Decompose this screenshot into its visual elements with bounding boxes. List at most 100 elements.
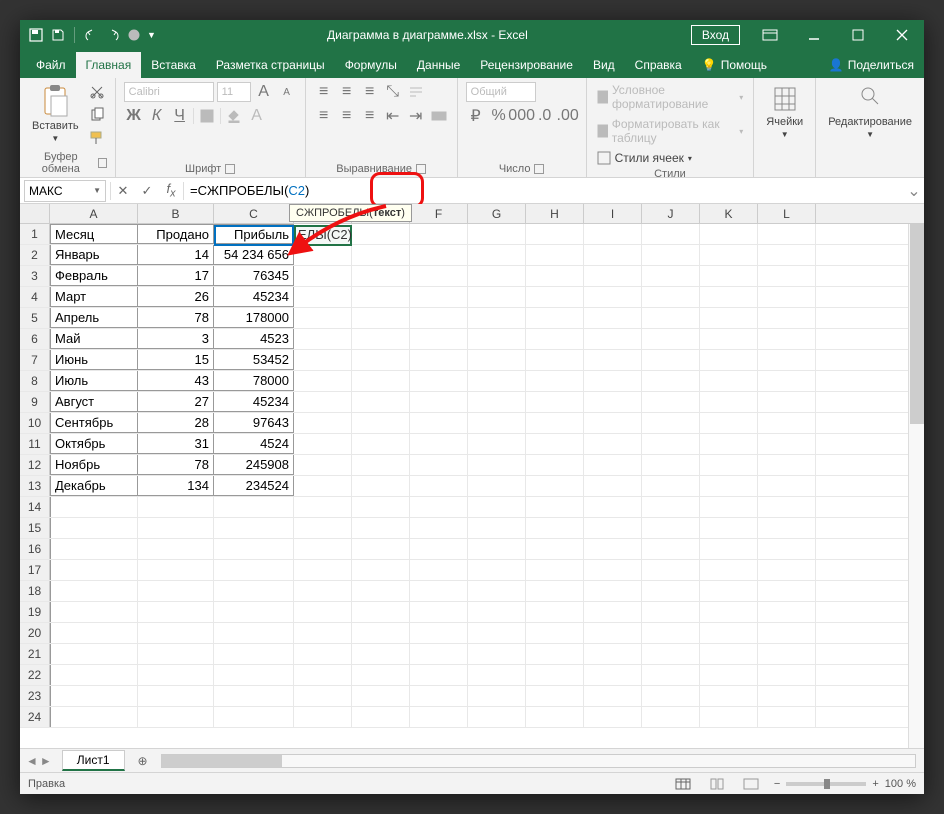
cell[interactable]: [294, 476, 352, 496]
col-header[interactable]: K: [700, 204, 758, 223]
cell[interactable]: [642, 224, 700, 244]
cell[interactable]: [584, 455, 642, 475]
cell[interactable]: 4523: [214, 329, 294, 349]
cell[interactable]: [352, 707, 410, 727]
cell[interactable]: [410, 350, 468, 370]
cell[interactable]: [214, 602, 294, 622]
col-header[interactable]: L: [758, 204, 816, 223]
cell[interactable]: [526, 560, 584, 580]
cell[interactable]: [642, 329, 700, 349]
zoom-level[interactable]: 100 %: [885, 778, 916, 790]
sheet-nav-prev-icon[interactable]: ◄: [26, 754, 38, 768]
cell[interactable]: [468, 455, 526, 475]
cell[interactable]: [468, 602, 526, 622]
cell[interactable]: [642, 686, 700, 706]
cell[interactable]: [410, 266, 468, 286]
formula-input[interactable]: =СЖПРОБЕЛЫ(C2): [184, 180, 904, 202]
cell[interactable]: [352, 434, 410, 454]
cell[interactable]: [526, 455, 584, 475]
cell[interactable]: [468, 560, 526, 580]
cell[interactable]: [294, 707, 352, 727]
cell[interactable]: [410, 308, 468, 328]
cell[interactable]: 54 234 656: [214, 245, 294, 265]
cell[interactable]: [294, 686, 352, 706]
cell[interactable]: [584, 623, 642, 643]
cell[interactable]: 14: [138, 245, 214, 265]
cell[interactable]: [352, 455, 410, 475]
cell[interactable]: [294, 434, 352, 454]
cell[interactable]: [294, 392, 352, 412]
cell[interactable]: 27: [138, 392, 214, 412]
cell[interactable]: [584, 476, 642, 496]
cell[interactable]: [352, 392, 410, 412]
cell[interactable]: [294, 518, 352, 538]
cell[interactable]: [294, 644, 352, 664]
col-header[interactable]: H: [526, 204, 584, 223]
cell[interactable]: [468, 644, 526, 664]
row-header[interactable]: 10: [20, 413, 50, 433]
cell[interactable]: Октябрь: [50, 434, 138, 454]
cell[interactable]: [526, 371, 584, 391]
cell[interactable]: [758, 434, 816, 454]
cell[interactable]: 4524: [214, 434, 294, 454]
cell[interactable]: [758, 455, 816, 475]
cell[interactable]: [584, 560, 642, 580]
format-painter-icon[interactable]: [87, 128, 107, 148]
cell[interactable]: [352, 518, 410, 538]
cell[interactable]: [214, 707, 294, 727]
cell[interactable]: [584, 266, 642, 286]
cell[interactable]: [700, 476, 758, 496]
cell[interactable]: [758, 245, 816, 265]
tell-me[interactable]: 💡Помощь: [692, 52, 777, 78]
cell[interactable]: [526, 266, 584, 286]
cell[interactable]: [468, 224, 526, 244]
cell[interactable]: [410, 287, 468, 307]
cell[interactable]: [526, 350, 584, 370]
cell[interactable]: [526, 665, 584, 685]
cell[interactable]: 76345: [214, 266, 294, 286]
cell[interactable]: [584, 707, 642, 727]
row-header[interactable]: 5: [20, 308, 50, 328]
undo-icon[interactable]: [83, 27, 99, 43]
cell[interactable]: 45234: [214, 287, 294, 307]
cell[interactable]: [410, 413, 468, 433]
format-as-table-button[interactable]: Форматировать как таблицу▾: [595, 116, 746, 146]
cell[interactable]: [700, 518, 758, 538]
cell[interactable]: [584, 329, 642, 349]
align-middle-icon[interactable]: ≡: [337, 82, 357, 102]
cell-styles-button[interactable]: Стили ячеек▾: [595, 150, 694, 166]
cell[interactable]: [758, 497, 816, 517]
align-left-icon[interactable]: ≡: [314, 106, 334, 126]
cell[interactable]: [642, 707, 700, 727]
save-icon[interactable]: [50, 27, 66, 43]
cell[interactable]: 78000: [214, 371, 294, 391]
row-header[interactable]: 8: [20, 371, 50, 391]
cell[interactable]: [214, 581, 294, 601]
cell[interactable]: Март: [50, 287, 138, 307]
cell[interactable]: [700, 245, 758, 265]
cell[interactable]: [294, 245, 352, 265]
ribbon-options-icon[interactable]: [748, 20, 792, 50]
col-header[interactable]: I: [584, 204, 642, 223]
indent-dec-icon[interactable]: ⇤: [383, 106, 403, 126]
cell[interactable]: [584, 602, 642, 622]
cell[interactable]: [700, 350, 758, 370]
align-bottom-icon[interactable]: ≡: [360, 82, 380, 102]
cell[interactable]: [352, 266, 410, 286]
tab-home[interactable]: Главная: [76, 52, 142, 78]
cell[interactable]: [294, 287, 352, 307]
new-sheet-icon[interactable]: ⊕: [133, 751, 153, 771]
cell[interactable]: [468, 434, 526, 454]
dialog-launcher-icon[interactable]: [98, 158, 107, 168]
row-header[interactable]: 17: [20, 560, 50, 580]
cell[interactable]: [50, 644, 138, 664]
chevron-down-icon[interactable]: ▼: [93, 186, 101, 195]
tab-page-layout[interactable]: Разметка страницы: [206, 52, 335, 78]
bold-icon[interactable]: Ж: [124, 106, 144, 126]
row-header[interactable]: 2: [20, 245, 50, 265]
cell[interactable]: [294, 329, 352, 349]
cell[interactable]: [468, 245, 526, 265]
cells-button[interactable]: Ячейки▼: [762, 82, 807, 141]
inc-decimal-icon[interactable]: .0: [535, 106, 555, 126]
cell[interactable]: [410, 497, 468, 517]
